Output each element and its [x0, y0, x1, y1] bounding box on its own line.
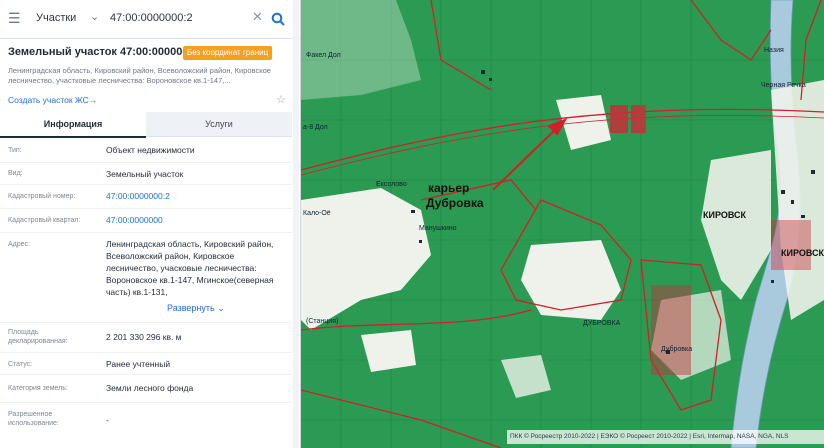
detail-label: Площадь декларированная: — [8, 329, 68, 345]
detail-label: Кадастровый квартал: — [8, 217, 81, 224]
search-type-select[interactable]: Участки — [36, 12, 76, 24]
detail-label: Тип: — [8, 147, 22, 154]
place-label: Кало-Оё — [303, 210, 331, 217]
detail-label: Вид: — [8, 170, 23, 177]
detail-row-land-category: Категория земель: Земли лесного фонда — [0, 374, 292, 403]
address-summary-line: Ленинградская область, Кировский район, … — [8, 66, 271, 75]
detail-value: Ранее учтенный — [106, 359, 171, 369]
detail-label: Адрес: — [8, 241, 30, 248]
map-canvas — [301, 0, 824, 448]
detail-label: Категория земель: — [8, 385, 68, 392]
place-label: Манушкино — [419, 225, 457, 232]
search-input[interactable]: 47:00:0000000:2 — [110, 12, 193, 24]
detail-value: Ленинградская область, Кировский район, … — [106, 239, 274, 297]
detail-label: Разрешенное использование: — [8, 411, 59, 427]
detail-row-cadastral-quarter: Кадастровый квартал: 47:00:0000000 — [0, 208, 292, 233]
place-label: КИРОВСК — [703, 210, 746, 220]
star-icon[interactable]: ☆ — [276, 93, 286, 106]
create-parcel-link[interactable]: Создать участок ЖС→ — [8, 95, 97, 105]
status-badge: Без координат границ — [183, 46, 273, 60]
detail-row-address: Адрес: Ленинградская область, Кировский … — [0, 232, 292, 323]
detail-value: - — [106, 415, 109, 425]
place-label: Черная Речка — [761, 82, 806, 89]
place-label: ДУБРОВКА — [583, 320, 621, 327]
chevron-down-icon[interactable]: ⌄ — [90, 10, 99, 23]
tab-information[interactable]: Информация — [0, 112, 146, 138]
expand-link[interactable]: Развернуть ⌄ — [167, 303, 225, 314]
parcel-address-summary: Ленинградская область, Кировский район, … — [8, 66, 278, 86]
cadastral-number-link[interactable]: 47:00:0000000:2 — [106, 190, 286, 202]
detail-row-permitted-use: Разрешенное использование: - — [0, 402, 292, 448]
map-view[interactable]: карьер Дубровка Факел Дол Назия Черная Р… — [301, 0, 824, 448]
map-annotation-line: карьер — [428, 181, 470, 195]
detail-row-type: Тип: Объект недвижимости — [0, 138, 292, 163]
map-attribution: ПКК © Росреестр 2010-2022 | ЕЭКО © Росре… — [507, 430, 824, 444]
parcel-title: Земельный участок 47:00:0000000:2 — [8, 46, 205, 58]
detail-row-area: Площадь декларированная: 2 201 330 296 к… — [0, 322, 292, 353]
detail-value: Земельный участок — [106, 169, 184, 179]
detail-label: Кадастровый номер: — [8, 193, 76, 200]
tab-services[interactable]: Услуги — [146, 112, 292, 136]
menu-icon[interactable]: ☰ — [8, 11, 22, 25]
tab-bar: Информация Услуги — [0, 112, 292, 138]
search-icon — [271, 12, 285, 26]
info-panel: ☰ Участки ⌄ 47:00:0000000:2 ✕ Земельный … — [0, 0, 301, 448]
place-label: (Станция) — [306, 318, 339, 325]
address-summary-line: лесничество, участковые лесничества: Вор… — [8, 76, 231, 85]
place-label: Факел Дол — [306, 52, 341, 59]
clear-icon[interactable]: ✕ — [252, 9, 263, 25]
detail-value: 2 201 330 296 кв. м — [106, 332, 182, 342]
map-annotation-line: Дубровка — [426, 196, 484, 210]
place-label: Дубровка — [661, 346, 693, 353]
place-label: Назия — [764, 47, 784, 54]
detail-row-cadastral-number: Кадастровый номер: 47:00:0000000:2 — [0, 184, 292, 209]
search-bar: ☰ Участки ⌄ 47:00:0000000:2 ✕ — [0, 0, 300, 39]
search-button[interactable] — [265, 6, 291, 32]
detail-row-kind: Вид: Земельный участок — [0, 162, 292, 185]
cadastral-quarter-link[interactable]: 47:00:0000000 — [106, 214, 286, 226]
place-label: Ексолово — [376, 181, 407, 188]
detail-label: Статус: — [8, 361, 33, 368]
panel-scrollbar[interactable] — [293, 0, 299, 448]
detail-value: Земли лесного фонда — [106, 383, 194, 393]
place-label: КИРОВСК — [781, 248, 824, 258]
place-label: а-8 Дол — [303, 124, 328, 131]
detail-row-status: Статус: Ранее учтенный — [0, 352, 292, 375]
detail-value: Объект недвижимости — [106, 145, 195, 155]
